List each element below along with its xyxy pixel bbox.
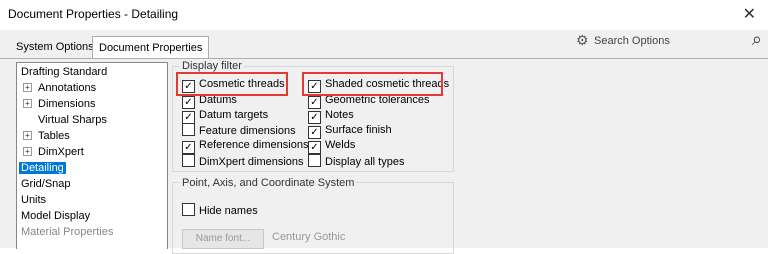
checkbox-notes[interactable]: ✓ Notes xyxy=(308,108,354,124)
expand-icon[interactable]: + xyxy=(23,147,32,156)
tree-item-detailing[interactable]: Detailing xyxy=(19,161,66,176)
checkbox-surface-finish[interactable]: ✓ Surface finish xyxy=(308,123,392,139)
point-axis-title: Point, Axis, and Coordinate System xyxy=(180,177,357,189)
checkbox-icon[interactable]: ✓ xyxy=(182,141,195,154)
highlight-box-cosmetic-threads xyxy=(176,72,288,96)
checkbox-icon[interactable]: ✓ xyxy=(308,141,321,154)
options-tree[interactable]: Drafting Standard + Annotations + Dimensio… xyxy=(16,62,168,249)
search-icon[interactable]: ⌕ xyxy=(752,29,762,50)
checkbox-icon[interactable] xyxy=(182,154,195,167)
tree-item-dimxpert[interactable]: + DimXpert xyxy=(23,145,84,160)
checkbox-display-all-types[interactable]: Display all types xyxy=(308,154,404,169)
checkbox-icon[interactable] xyxy=(308,154,321,167)
tree-item-dimensions[interactable]: + Dimensions xyxy=(23,97,95,112)
highlight-box-shaded-cosmetic-threads xyxy=(302,72,443,96)
checkbox-icon[interactable] xyxy=(182,123,195,136)
expand-icon[interactable]: + xyxy=(23,83,32,92)
checkbox-hide-names[interactable]: Hide names xyxy=(182,203,258,218)
search-options[interactable]: ⚙ Search Options ⌕ xyxy=(574,29,764,53)
expand-icon[interactable]: + xyxy=(23,131,32,140)
tree-item-material-properties[interactable]: Material Properties xyxy=(21,225,113,240)
checkbox-reference-dimensions[interactable]: ✓ Reference dimensions xyxy=(182,138,308,154)
tree-item-virtual-sharps[interactable]: Virtual Sharps xyxy=(38,113,107,128)
tree-item-tables[interactable]: + Tables xyxy=(23,129,70,144)
checkbox-dimxpert-dimensions[interactable]: DimXpert dimensions xyxy=(182,154,304,169)
name-font-button[interactable]: Name font... xyxy=(182,229,264,249)
checkbox-feature-dimensions[interactable]: Feature dimensions xyxy=(182,123,296,138)
display-filter-title: Display filter xyxy=(180,60,244,72)
checkbox-icon[interactable] xyxy=(182,203,195,216)
tree-item-drafting-standard[interactable]: Drafting Standard xyxy=(21,65,107,80)
window-title: Document Properties - Detailing xyxy=(8,7,179,21)
font-name-label: Century Gothic xyxy=(272,231,346,243)
tab-document-properties[interactable]: Document Properties xyxy=(92,36,210,59)
tree-item-model-display[interactable]: Model Display xyxy=(21,209,90,224)
close-icon[interactable]: ✕ xyxy=(743,4,756,24)
search-input[interactable]: Search Options xyxy=(594,35,670,47)
tree-item-grid-snap[interactable]: Grid/Snap xyxy=(21,177,71,192)
tree-item-annotations[interactable]: + Annotations xyxy=(23,81,96,96)
checkbox-datum-targets[interactable]: ✓ Datum targets xyxy=(182,108,268,124)
checkbox-welds[interactable]: ✓ Welds xyxy=(308,138,355,154)
title-bar: Document Properties - Detailing ✕ xyxy=(0,0,768,30)
tree-item-units[interactable]: Units xyxy=(21,193,46,208)
expand-icon[interactable]: + xyxy=(23,99,32,108)
tab-system-options[interactable]: System Options xyxy=(10,38,100,57)
gear-icon[interactable]: ⚙ xyxy=(576,32,589,49)
